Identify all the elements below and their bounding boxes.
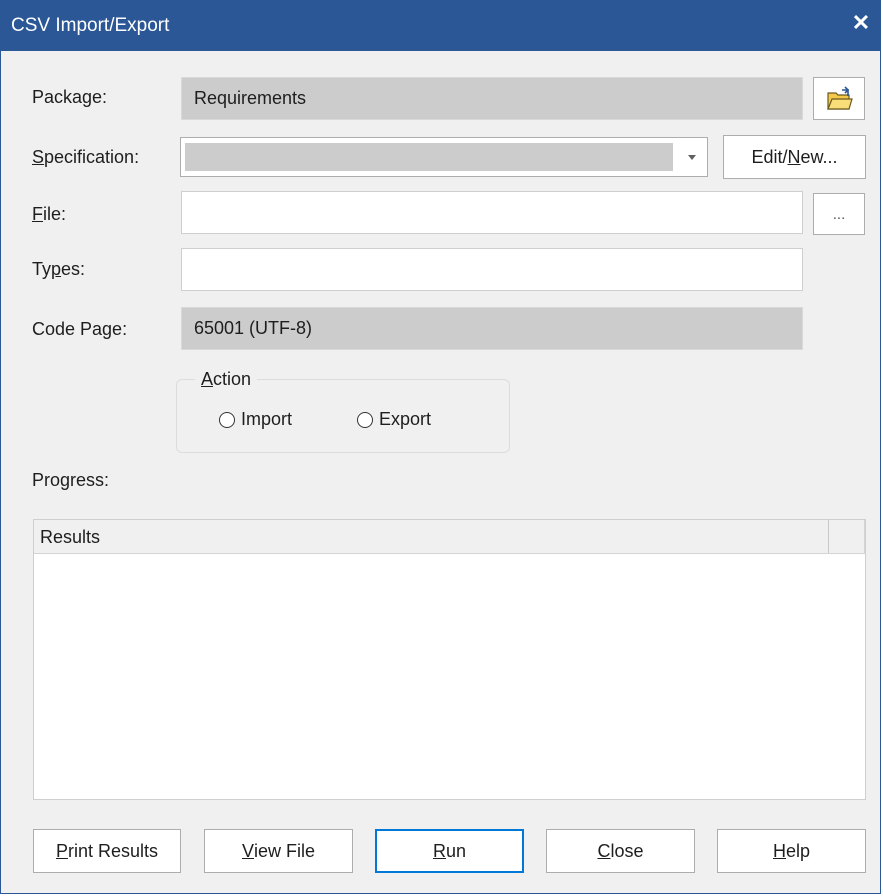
progress-label: Progress: xyxy=(32,470,110,490)
types-label: Types: xyxy=(32,259,86,279)
edit-new-button[interactable]: Edit/New... xyxy=(723,135,866,179)
help-button[interactable]: Help xyxy=(717,829,866,873)
specification-dropdown[interactable] xyxy=(180,137,708,177)
code-page-label: Code Page: xyxy=(32,319,128,339)
run-button[interactable]: Run xyxy=(375,829,524,873)
types-input[interactable] xyxy=(181,248,803,291)
export-label: Export xyxy=(379,409,432,429)
chevron-down-icon[interactable] xyxy=(688,155,696,160)
specification-value xyxy=(185,143,673,171)
title-bar: CSV Import/Export ✕ xyxy=(1,1,880,51)
export-radio[interactable] xyxy=(357,411,373,428)
results-header: Results xyxy=(34,520,865,554)
package-label: Package: xyxy=(32,87,108,107)
file-input[interactable] xyxy=(181,191,803,234)
file-label: File: xyxy=(32,204,67,224)
package-field: Requirements xyxy=(181,77,803,120)
specification-label: Specification: xyxy=(32,147,140,167)
action-legend: Action xyxy=(195,369,258,390)
select-package-button[interactable] xyxy=(813,77,865,120)
view-file-button[interactable]: View File xyxy=(204,829,353,873)
browse-file-button[interactable]: ... xyxy=(813,193,865,235)
code-page-field: 65001 (UTF-8) xyxy=(181,307,803,350)
print-results-button[interactable]: Print Results xyxy=(33,829,181,873)
folder-open-icon xyxy=(827,85,853,110)
results-column-header-filler xyxy=(829,520,865,553)
results-column-header[interactable]: Results xyxy=(34,520,829,553)
close-icon[interactable]: ✕ xyxy=(850,11,872,35)
import-label: Import xyxy=(241,409,293,429)
package-value: Requirements xyxy=(194,88,307,108)
csv-import-export-dialog: CSV Import/Export ✕ Package: Requirement… xyxy=(0,0,881,894)
close-button[interactable]: Close xyxy=(546,829,695,873)
code-page-value: 65001 (UTF-8) xyxy=(194,318,313,338)
export-radio-option[interactable]: Export xyxy=(357,409,431,430)
import-radio-option[interactable]: Import xyxy=(219,409,292,430)
window-title: CSV Import/Export xyxy=(11,15,170,36)
results-list[interactable]: Results xyxy=(33,519,866,800)
import-radio[interactable] xyxy=(219,411,235,428)
